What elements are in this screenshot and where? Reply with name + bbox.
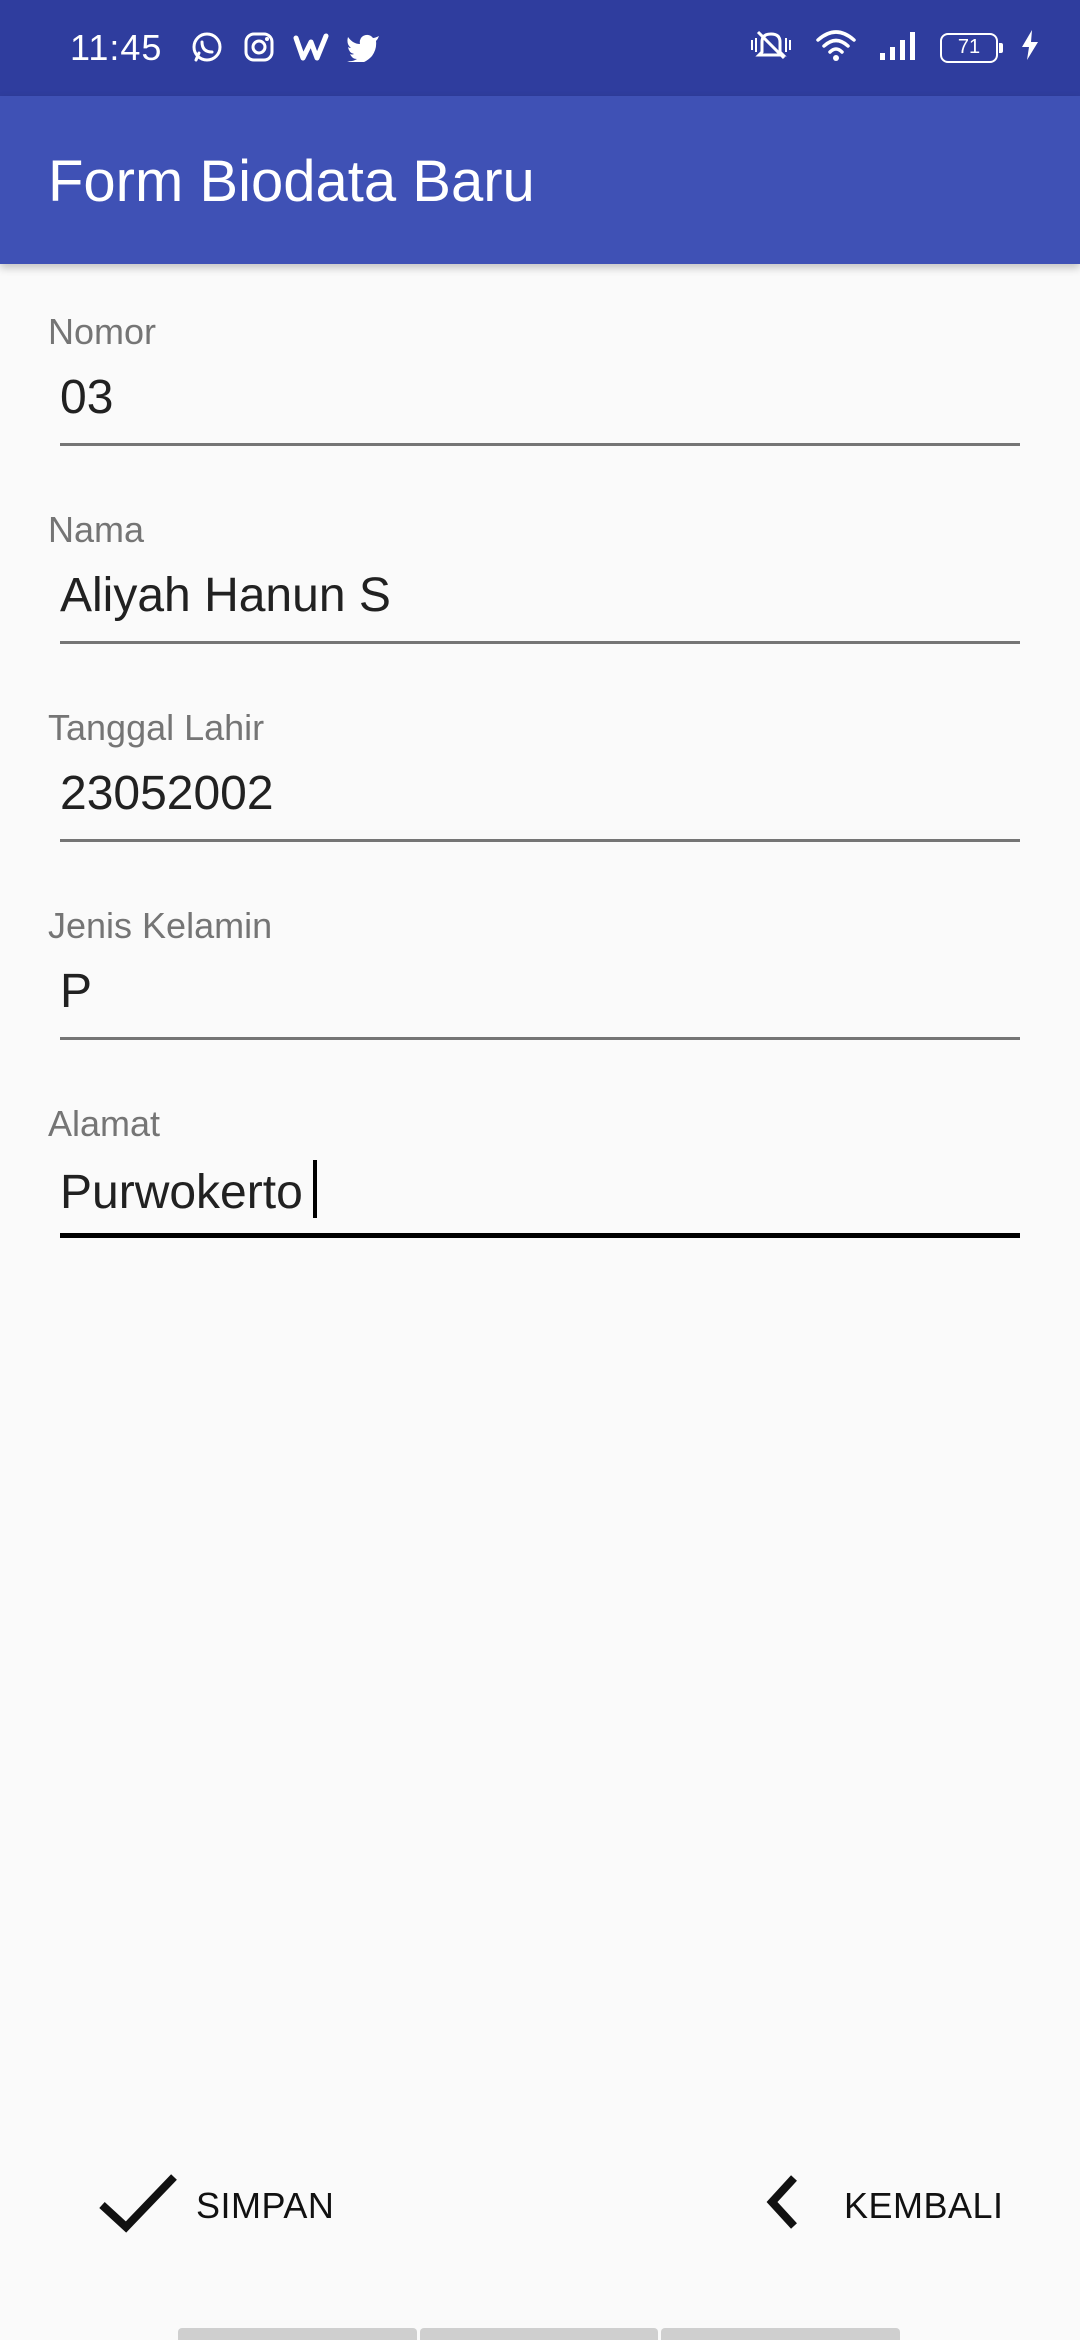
- battery-icon: 71: [940, 32, 1003, 63]
- tanggal-lahir-input[interactable]: 23052002: [60, 764, 1020, 842]
- status-time: 11:45: [70, 27, 163, 68]
- nama-label: Nama: [48, 509, 145, 550]
- status-bar: 11:45 71: [0, 0, 1080, 96]
- nomor-label: Nomor: [48, 311, 157, 352]
- wattpad-icon: [292, 28, 330, 66]
- alamat-input[interactable]: Purwokerto: [60, 1160, 1020, 1238]
- field-alamat: Alamat Purwokerto: [48, 1102, 1020, 1300]
- save-button[interactable]: SIMPAN: [96, 2168, 334, 2244]
- jenis-kelamin-input[interactable]: P: [60, 962, 1020, 1040]
- alamat-label: Alamat: [48, 1103, 161, 1144]
- notification-icons: [188, 28, 382, 66]
- wifi-icon: [816, 29, 856, 66]
- vibrate-mute-icon: [748, 28, 794, 67]
- text-caret: [312, 1160, 317, 1218]
- tanggal-lahir-label: Tanggal Lahir: [48, 707, 265, 748]
- save-label: SIMPAN: [196, 2185, 335, 2226]
- charging-icon: [1020, 29, 1040, 66]
- back-label: KEMBALI: [844, 2185, 1004, 2226]
- gesture-nav-bar[interactable]: [178, 2328, 901, 2340]
- check-icon: [96, 2169, 180, 2244]
- nomor-input[interactable]: 03: [60, 368, 1020, 446]
- signal-icon: [878, 29, 918, 66]
- nav-segment-center[interactable]: [419, 2328, 659, 2340]
- field-nama: Nama Aliyah Hanun S: [48, 508, 1020, 706]
- jenis-kelamin-label: Jenis Kelamin: [48, 905, 273, 946]
- instagram-icon: [240, 28, 278, 66]
- app-bar: Form Biodata Baru: [0, 96, 1080, 264]
- alamat-value: Purwokerto: [60, 1166, 303, 1219]
- nav-segment-right[interactable]: [661, 2328, 901, 2340]
- field-jenis-kelamin: Jenis Kelamin P: [48, 904, 1020, 1102]
- field-nomor: Nomor 03: [48, 310, 1020, 508]
- twitter-icon: [344, 28, 382, 66]
- page-title: Form Biodata Baru: [48, 149, 535, 214]
- nama-input[interactable]: Aliyah Hanun S: [60, 566, 1020, 644]
- chevron-left-icon: [760, 2172, 804, 2241]
- field-tanggal-lahir: Tanggal Lahir 23052002: [48, 706, 1020, 904]
- nav-segment-left[interactable]: [178, 2328, 417, 2340]
- whatsapp-icon: [188, 28, 226, 66]
- back-button[interactable]: KEMBALI: [760, 2168, 1004, 2244]
- screen: 11:45 71 Form Biodata Baru Nomor 03 Nama…: [0, 0, 1080, 2340]
- system-icons: 71: [748, 28, 1040, 67]
